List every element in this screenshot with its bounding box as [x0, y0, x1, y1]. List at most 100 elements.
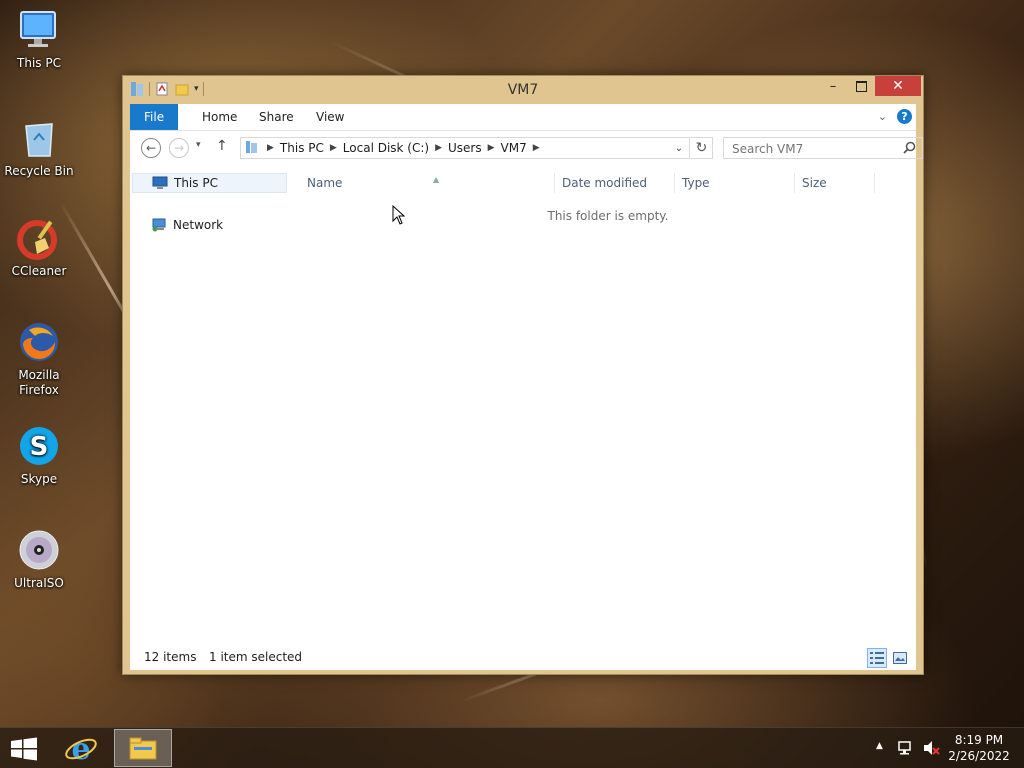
- desktop-icon-this-pc[interactable]: This PC: [4, 8, 74, 71]
- column-header-date-modified[interactable]: Date modified: [555, 173, 675, 193]
- maximize-button[interactable]: [847, 76, 875, 96]
- forward-button[interactable]: →: [169, 138, 189, 158]
- recycle-bin-icon: [17, 116, 61, 160]
- breadcrumb-separator-icon[interactable]: ▶: [533, 143, 540, 153]
- details-view-icon: [870, 652, 884, 664]
- tab-home[interactable]: Home: [188, 104, 251, 130]
- svg-text:e: e: [71, 732, 90, 764]
- large-icons-view-icon: [893, 652, 907, 664]
- column-header-label: Name: [307, 176, 343, 190]
- tab-share[interactable]: Share: [245, 104, 308, 130]
- breadcrumb-separator-icon[interactable]: ▶: [435, 143, 442, 153]
- ccleaner-icon: [17, 216, 61, 260]
- taskbar: e ▲ 8:19 PM 2/26/2022: [0, 727, 1024, 768]
- column-header-type[interactable]: Type: [675, 173, 795, 193]
- status-bar: 12 items 1 item selected: [130, 646, 916, 670]
- tab-file[interactable]: File: [130, 104, 179, 130]
- desktop-icon-label: Skype: [20, 472, 58, 486]
- window-controls: – ✕: [819, 76, 921, 96]
- minimize-button[interactable]: –: [819, 76, 847, 96]
- desktop-icon-skype[interactable]: S Skype: [4, 424, 74, 487]
- start-button[interactable]: [10, 737, 38, 764]
- taskbar-file-explorer[interactable]: [114, 729, 172, 767]
- refresh-icon: ↻: [695, 140, 708, 156]
- navigation-pane: This PC Network: [130, 165, 290, 646]
- column-header-label: Date modified: [562, 176, 648, 190]
- nav-item-label: Network: [173, 218, 224, 232]
- recent-locations-chevron-icon[interactable]: ▾: [196, 140, 201, 150]
- desktop-icon-label: Mozilla Firefox: [18, 368, 60, 397]
- view-toggle: [867, 648, 910, 668]
- tab-view[interactable]: View: [302, 104, 358, 130]
- window-title: VM7: [507, 82, 539, 98]
- breadcrumb-vm7[interactable]: VM7: [495, 141, 533, 155]
- details-view-button[interactable]: [867, 648, 887, 668]
- back-button[interactable]: ←: [141, 138, 161, 158]
- desktop-icon-label: This PC: [17, 56, 61, 70]
- up-arrow-icon[interactable]: ↑: [216, 138, 228, 154]
- file-list: Name ▲ Date modified Type Size This fold…: [300, 165, 916, 646]
- internet-explorer-icon: e: [65, 732, 97, 767]
- breadcrumb-this-pc[interactable]: This PC: [274, 141, 330, 155]
- maximize-icon: [855, 80, 867, 92]
- breadcrumb-separator-icon[interactable]: ▶: [267, 143, 274, 153]
- search-box[interactable]: [723, 137, 923, 159]
- arrow-right-icon: →: [173, 141, 185, 155]
- column-header-label: Size: [802, 176, 827, 190]
- network-status-icon[interactable]: [898, 740, 914, 759]
- nav-item-this-pc[interactable]: This PC: [132, 173, 287, 193]
- volume-muted-icon[interactable]: [922, 739, 940, 760]
- nav-item-label: This PC: [174, 176, 218, 190]
- breadcrumb-separator-icon[interactable]: ▶: [330, 143, 337, 153]
- navigation-bar: ← → ▾ ↑ ▶ This PC ▶ Local Disk (C:) ▶ Us…: [130, 131, 923, 165]
- clock-date: 2/26/2022: [948, 749, 1010, 763]
- ribbon-tabs: File Home Share View ⌄ ?: [130, 104, 916, 131]
- desktop-icon-ccleaner[interactable]: CCleaner: [4, 216, 74, 279]
- show-hidden-icons-chevron-icon[interactable]: ▲: [876, 741, 883, 751]
- breadcrumb-separator-icon[interactable]: ▶: [488, 143, 495, 153]
- expand-ribbon-chevron-icon[interactable]: ⌄: [878, 110, 887, 123]
- explorer-window: ▾ VM7 – ✕ File Home Share View ⌄ ? ← → ▾…: [122, 75, 924, 675]
- desktop-icon-recycle-bin[interactable]: Recycle Bin: [4, 116, 74, 179]
- desktop-icon-label: CCleaner: [11, 264, 67, 278]
- arrow-left-icon: ←: [145, 141, 157, 155]
- skype-icon: S: [17, 424, 61, 468]
- svg-text:S: S: [30, 432, 49, 462]
- sort-ascending-icon: ▲: [433, 175, 440, 184]
- column-header-label: Type: [682, 176, 710, 190]
- ribbon-right-controls: ⌄ ?: [878, 109, 912, 124]
- desktop-icon-label: Recycle Bin: [4, 164, 74, 178]
- title-bar[interactable]: ▾ VM7 – ✕: [123, 76, 923, 104]
- content-area: This PC Network Name ▲ Date modified Typ…: [130, 165, 916, 646]
- breadcrumb-local-disk[interactable]: Local Disk (C:): [337, 141, 435, 155]
- network-icon: [151, 218, 167, 232]
- taskbar-internet-explorer[interactable]: e: [64, 732, 98, 767]
- address-dropdown-chevron-icon[interactable]: ⌄: [669, 138, 689, 158]
- help-icon[interactable]: ?: [897, 109, 912, 124]
- monitor-icon: [152, 176, 168, 190]
- status-selection: 1 item selected: [209, 650, 303, 664]
- windows-logo-icon: [11, 737, 37, 761]
- file-explorer-icon: [129, 737, 157, 760]
- nav-item-network[interactable]: Network: [132, 215, 287, 235]
- refresh-button[interactable]: ↻: [691, 137, 713, 159]
- close-button[interactable]: ✕: [875, 76, 921, 96]
- desktop-icon-firefox[interactable]: Mozilla Firefox: [4, 320, 74, 398]
- disc-icon: [17, 528, 61, 572]
- breadcrumb-users[interactable]: Users: [442, 141, 488, 155]
- search-input[interactable]: [730, 139, 899, 159]
- column-header-size[interactable]: Size: [795, 173, 875, 193]
- large-icons-view-button[interactable]: [890, 648, 910, 668]
- mouse-cursor-icon: [392, 205, 406, 225]
- firefox-icon: [17, 320, 61, 364]
- address-bar[interactable]: ▶ This PC ▶ Local Disk (C:) ▶ Users ▶ VM…: [240, 137, 690, 159]
- address-folder-icon: [245, 140, 259, 157]
- search-icon[interactable]: [903, 141, 916, 157]
- clock[interactable]: 8:19 PM 2/26/2022: [944, 732, 1014, 764]
- column-header-name[interactable]: Name ▲: [300, 173, 555, 193]
- status-items-count: 12 items: [144, 650, 197, 664]
- desktop-icon-ultraiso[interactable]: UltraISO: [4, 528, 74, 591]
- minimize-icon: –: [829, 78, 837, 94]
- monitor-icon: [17, 8, 61, 52]
- clock-time: 8:19 PM: [954, 733, 1004, 747]
